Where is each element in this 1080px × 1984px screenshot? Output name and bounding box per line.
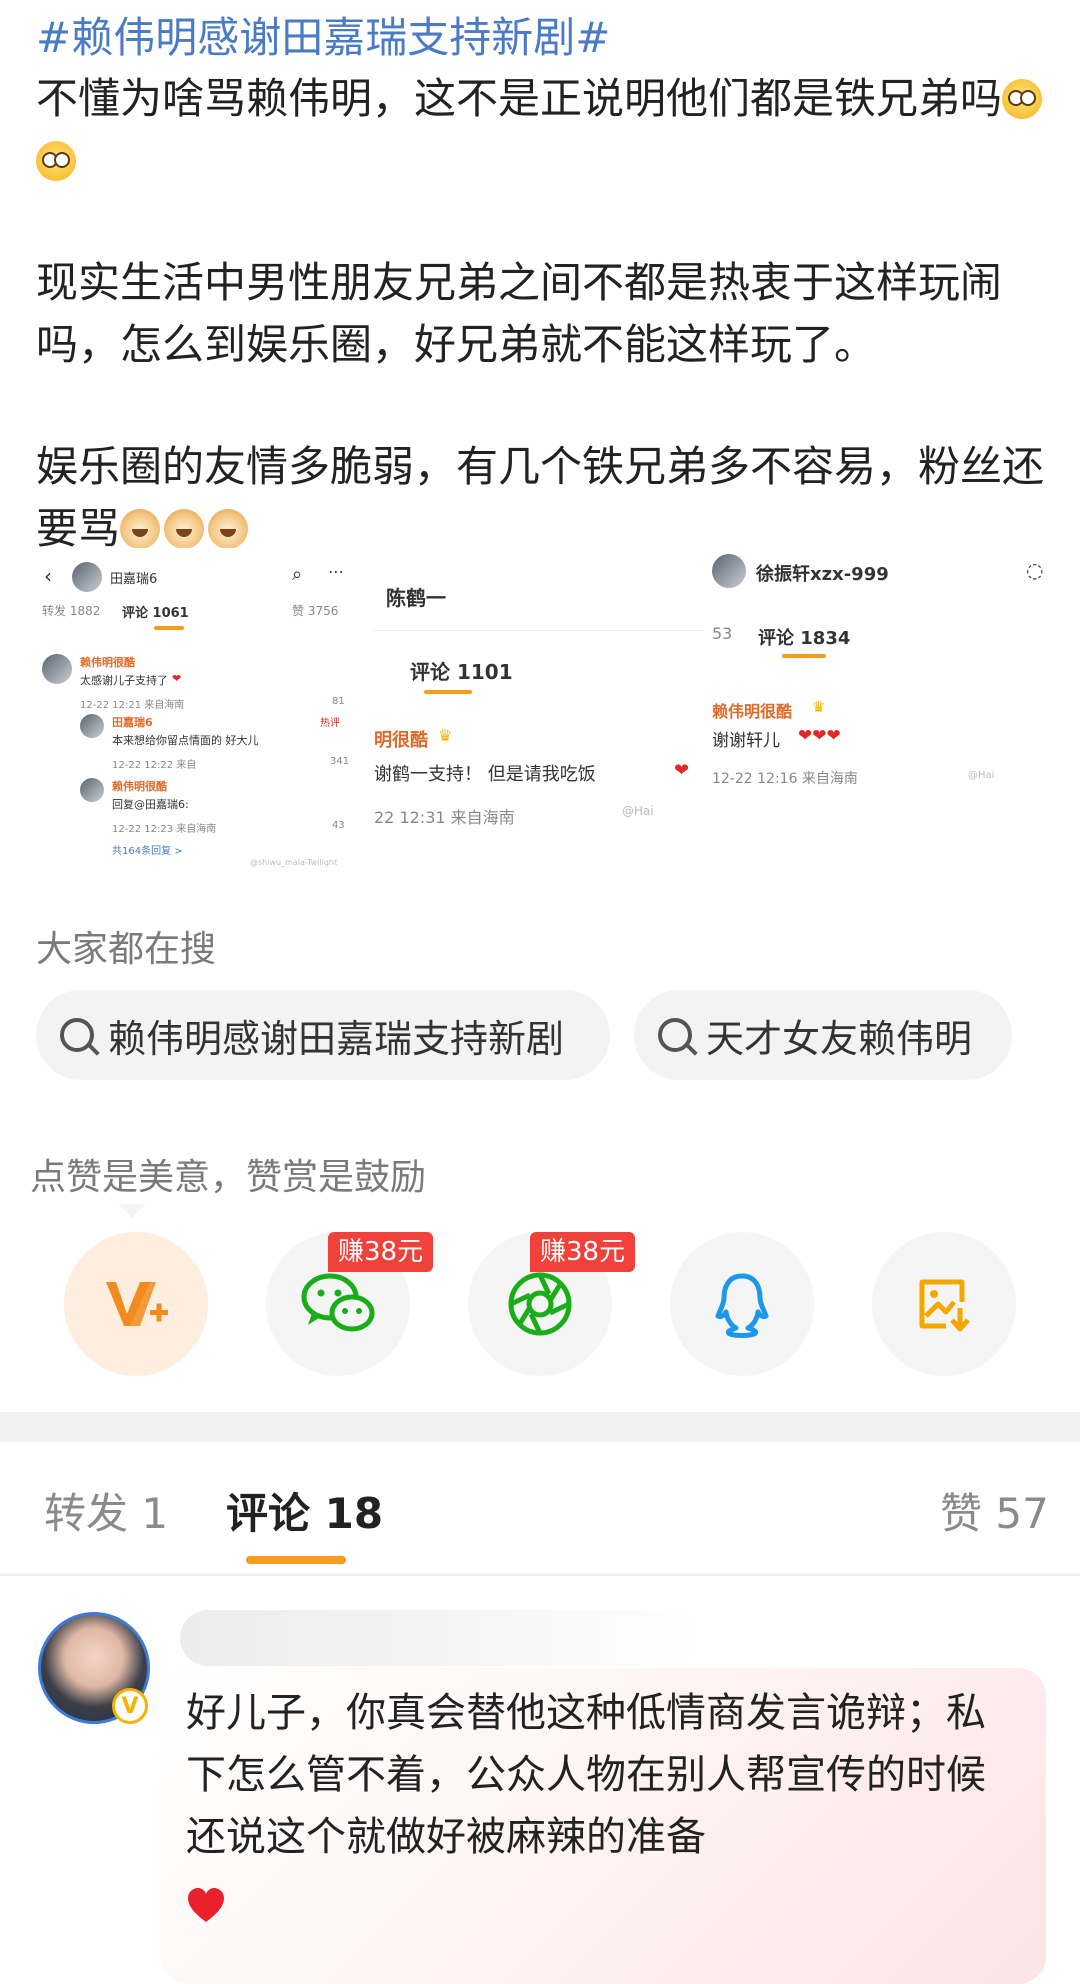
save-image-icon bbox=[919, 1279, 970, 1332]
shot2-divider bbox=[374, 630, 704, 631]
hot-search-item-2[interactable]: 天才女友赖伟明 bbox=[634, 990, 1012, 1080]
hot-search-item-1[interactable]: 赖伟明感谢田嘉瑞支持新剧 bbox=[36, 990, 610, 1080]
avatar bbox=[42, 654, 72, 684]
comment-text: 谢谢轩儿 bbox=[712, 731, 780, 751]
comment-meta: 12-22 12:22 来自 bbox=[112, 760, 197, 771]
earn-badge-wechat: 赚38元 bbox=[328, 1232, 434, 1272]
doge-emoji-icon bbox=[120, 509, 161, 549]
hot-search-title: 大家都在搜 bbox=[36, 929, 217, 970]
like-count: 81 bbox=[332, 696, 345, 707]
tab-comments: 评论 1834 bbox=[758, 628, 851, 649]
comment-meta: 12-22 12:16 来自海南 bbox=[712, 771, 858, 787]
shot1-tab-underline bbox=[154, 626, 184, 630]
shot2-user: 陈鹤一 bbox=[386, 586, 446, 610]
shot1-tabs: 转发 1882 评论 1061 赞 3756 bbox=[36, 602, 366, 626]
qq-icon bbox=[715, 1273, 769, 1338]
post-image-1[interactable]: ‹ 田嘉瑞6 ⌕ ⋯ 转发 1882 评论 1061 赞 3756 赖伟明很酷 … bbox=[36, 548, 366, 888]
comment-text: 谢鹤一支持！ 但是请我吃饭 bbox=[374, 764, 596, 785]
search-icon bbox=[60, 1018, 94, 1052]
tab-likes: 赞 3756 bbox=[292, 604, 339, 618]
section-divider bbox=[0, 1412, 1080, 1442]
post-image-strip[interactable]: ‹ 田嘉瑞6 ⌕ ⋯ 转发 1882 评论 1061 赞 3756 赖伟明很酷 … bbox=[36, 548, 1046, 888]
post-body: #赖伟明感谢田嘉瑞支持新剧# 不懂为啥骂赖伟明，这不是正说明他们都是铁兄弟吗 现… bbox=[36, 0, 1046, 560]
commenter-name: 田嘉瑞6 bbox=[112, 716, 153, 729]
tab-repost: 转发 1882 bbox=[42, 604, 101, 618]
watermark: @shiwu_mala-Twilight bbox=[250, 858, 338, 867]
commenter-name: 赖伟明很酷 bbox=[712, 702, 793, 721]
crown-icon: ♛ bbox=[438, 726, 453, 745]
shot3-tab-underline bbox=[782, 654, 826, 658]
shot3-user: 徐振轩xzx-999 bbox=[756, 564, 889, 585]
tip-arrow bbox=[118, 1204, 146, 1218]
heart-icon: ❤❤❤ bbox=[798, 726, 841, 746]
comment-text: 太感谢儿子支持了 bbox=[80, 674, 168, 687]
heart-icon bbox=[188, 1888, 224, 1922]
avatar bbox=[80, 714, 104, 738]
shot1-header: ‹ 田嘉瑞6 ⌕ ⋯ bbox=[36, 562, 366, 594]
comment-text: 回复@田嘉瑞6: bbox=[112, 798, 189, 811]
heart-icon: ❤ bbox=[674, 760, 690, 781]
watermark: @Hai bbox=[622, 804, 654, 818]
doge-emoji-icon bbox=[208, 509, 249, 549]
comment-text: 好儿子，你真会替他这种低情商发言诡辩；私下怎么管不着，公众人物在别人帮宣传的时候… bbox=[186, 1690, 986, 1860]
avatar bbox=[72, 562, 102, 592]
back-icon: ‹ bbox=[44, 564, 52, 588]
post-topic-link[interactable]: #赖伟明感谢田嘉瑞支持新剧# bbox=[36, 0, 1046, 68]
comment-meta: 22 12:31 来自海南 bbox=[374, 808, 515, 827]
tab-likes[interactable]: 赞 57 bbox=[940, 1480, 1049, 1541]
commenter-name: 明很酷 bbox=[374, 730, 428, 751]
post-paragraph-1-text: 不懂为啥骂赖伟明，这不是正说明他们都是铁兄弟吗 bbox=[36, 74, 1003, 123]
heart-icon: ❤ bbox=[172, 672, 182, 685]
hot-search-item-label: 赖伟明感谢田嘉瑞支持新剧 bbox=[108, 1016, 565, 1061]
avatar bbox=[712, 554, 746, 588]
commenter-name: 赖伟明很酷 bbox=[80, 656, 135, 669]
shot2-tab-underline bbox=[424, 690, 472, 694]
verified-badge-icon: V bbox=[112, 1688, 148, 1724]
vip-reward-icon bbox=[106, 1282, 168, 1326]
avatar bbox=[80, 778, 104, 802]
hot-search-item-label: 天才女友赖伟明 bbox=[706, 1016, 973, 1061]
earn-badge-moments: 赚38元 bbox=[530, 1232, 636, 1272]
crown-icon: ♛ bbox=[812, 698, 826, 716]
like-count: 341 bbox=[330, 756, 350, 767]
like-count: 43 bbox=[332, 820, 345, 831]
save-image-button[interactable] bbox=[872, 1232, 1016, 1376]
post-paragraph-1: 不懂为啥骂赖伟明，这不是正说明他们都是铁兄弟吗 bbox=[36, 68, 1046, 192]
post-image-3[interactable]: 徐振轩xzx-999 ◌ 53 评论 1834 赖伟明很酷 ♛ 谢谢轩儿 ❤❤❤… bbox=[712, 548, 1046, 888]
moments-icon bbox=[508, 1272, 572, 1336]
post-paragraph-3: 娱乐圈的友情多脆弱，有几个铁兄弟多不容易，粉丝还要骂 bbox=[36, 436, 1046, 560]
tab-comments: 评论 1061 bbox=[122, 606, 189, 621]
tab-repost[interactable]: 转发 1 bbox=[44, 1480, 168, 1541]
flushed-emoji-icon bbox=[1002, 79, 1043, 119]
flushed-emoji-icon bbox=[36, 141, 76, 181]
tab-separator bbox=[0, 1574, 1080, 1576]
hot-comment-tag: 热评 bbox=[320, 718, 340, 729]
search-icon: ⌕ bbox=[292, 564, 303, 585]
commenter-name-redacted bbox=[180, 1610, 700, 1666]
comment-meta: 12-22 12:23 来自海南 bbox=[112, 824, 217, 835]
shot1-user: 田嘉瑞6 bbox=[110, 572, 158, 587]
tab-underline bbox=[246, 1556, 346, 1564]
more-replies-link: 共164条回复 > bbox=[112, 846, 183, 857]
tab-comments: 评论 1101 bbox=[410, 660, 513, 684]
comment-text: 本来想给你留点情面的 好大儿 bbox=[112, 734, 259, 747]
share-qq-button[interactable] bbox=[670, 1232, 814, 1376]
reward-tip: 点赞是美意，赞赏是鼓励 bbox=[30, 1157, 427, 1198]
post-paragraph-2: 现实生活中男性朋友兄弟之间不都是热衷于这样玩闹吗，怎么到娱乐圈，好兄弟就不能这样… bbox=[36, 258, 1003, 369]
search-icon bbox=[658, 1018, 692, 1052]
commenter-name: 赖伟明很酷 bbox=[112, 780, 167, 793]
wechat-icon bbox=[301, 1273, 375, 1332]
more-icon: ⋯ bbox=[328, 562, 344, 581]
search-icon: ◌ bbox=[1026, 558, 1044, 582]
tab-comments[interactable]: 评论 18 bbox=[226, 1480, 383, 1541]
tab-repost-partial: 53 bbox=[712, 624, 733, 643]
reward-button[interactable] bbox=[64, 1232, 208, 1376]
comment-meta: 12-22 12:21 来自海南 bbox=[80, 700, 185, 711]
watermark: @Hai bbox=[968, 770, 995, 781]
post-image-2[interactable]: 陈鹤一 评论 1101 明很酷 ♛ 谢鹤一支持！ 但是请我吃饭 ❤ 22 12:… bbox=[374, 568, 704, 888]
doge-emoji-icon bbox=[164, 509, 205, 549]
